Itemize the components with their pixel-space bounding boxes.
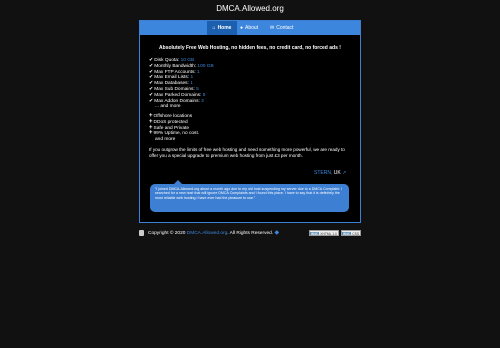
site-title: DMCA.Allowed.org — [216, 4, 284, 13]
headline: Absolutely Free Web Hosting, no hidden f… — [159, 45, 341, 51]
info-icon: ● — [240, 25, 244, 31]
author-country: UK — [333, 170, 341, 176]
testimonial-bubble: "I joined DMCA.Allowed.org about a month… — [150, 180, 349, 212]
features-list: ✔Disk Quota: 10 GB ✔Monthly Bandwidth: 1… — [149, 57, 214, 110]
check-icon: ✔ — [149, 97, 154, 104]
check-icon: ✔ — [149, 91, 154, 98]
css-badge[interactable]: W3C CSS — [341, 230, 361, 236]
nav-contact-label: Contact — [276, 25, 294, 31]
envelope-icon: ✉ — [270, 25, 275, 31]
author-name: STERN — [314, 170, 331, 176]
testimonial-author[interactable]: STERN, UK ↗ — [314, 170, 346, 176]
upgrade-text: If you outgrow the limits of free web ho… — [149, 147, 345, 158]
footer-site-link[interactable]: DMCA.Allowed.org — [187, 231, 228, 236]
home-icon: ⌂ — [212, 25, 216, 31]
main-panel: ⌂ Home ● About ✉ Contact Absolutely Free We… — [139, 20, 361, 223]
plus-icon: + — [149, 130, 153, 137]
footer: Copyright © 2020 DMCA.Allowed.org. All R… — [139, 229, 361, 239]
nav-home[interactable]: ⌂ Home — [207, 21, 237, 35]
nav-contact[interactable]: ✉ Contact — [270, 21, 300, 35]
plus-icon: + — [149, 118, 153, 125]
nav-home-label: Home — [217, 25, 232, 31]
nav-bar: ⌂ Home ● About ✉ Contact — [140, 21, 360, 35]
extras-more: and more — [155, 137, 176, 143]
extras-list: +Offshore locations +DDoS protected +Saf… — [149, 113, 199, 143]
copyright: Copyright © 2020 DMCA.Allowed.org. All R… — [148, 230, 280, 236]
language-icon[interactable]: ◆ — [274, 230, 279, 236]
external-link-icon: ↗ — [342, 170, 347, 176]
features-more: ... and more — [155, 104, 181, 110]
site-logo-icon — [139, 230, 144, 236]
check-icon: ✔ — [149, 62, 154, 69]
nav-about-label: About — [245, 25, 259, 31]
xhtml-badge[interactable]: W3C XHTML 1.0 — [309, 230, 339, 236]
nav-about[interactable]: ● About — [240, 21, 266, 35]
